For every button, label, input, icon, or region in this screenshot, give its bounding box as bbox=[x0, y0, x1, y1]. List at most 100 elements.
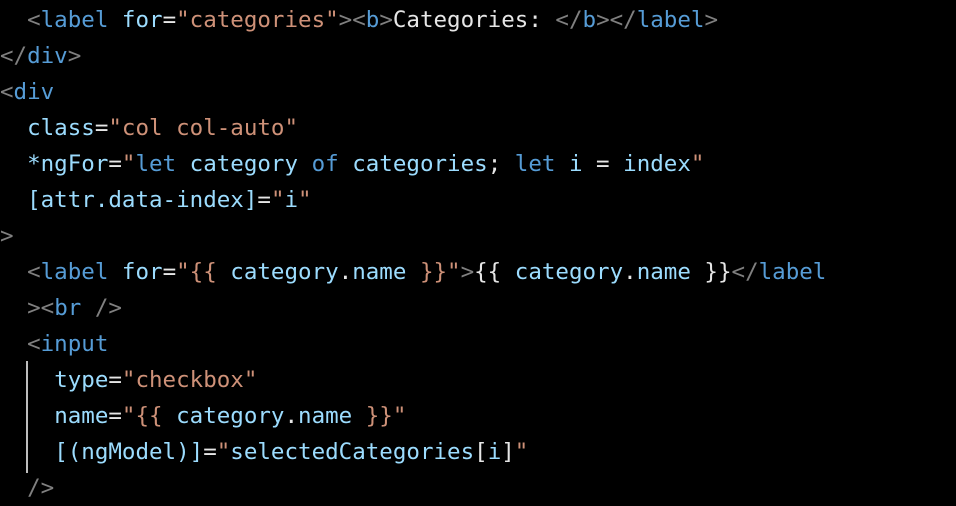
code-editor[interactable]: <label for="categories"><b>Categories: <… bbox=[0, 0, 956, 502]
code-line: <label for="{{ category.name }}">{{ cate… bbox=[0, 254, 826, 290]
code-token: ] bbox=[501, 439, 515, 465]
code-token: i bbox=[487, 439, 502, 465]
code-token: < bbox=[27, 7, 41, 33]
code-token: </ bbox=[731, 259, 759, 285]
code-token: label bbox=[758, 259, 827, 285]
code-line: <label for="categories"><b>Categories: <… bbox=[0, 2, 718, 38]
code-line: ><br /> bbox=[0, 290, 122, 326]
code-token: label bbox=[40, 7, 109, 33]
code-token: type bbox=[54, 367, 109, 393]
code-token: = bbox=[162, 7, 177, 33]
code-token: = bbox=[94, 115, 109, 141]
code-line: > bbox=[0, 218, 14, 254]
indent-guide bbox=[26, 361, 28, 473]
code-token: = bbox=[203, 439, 217, 465]
code-token: [attr.data-index] bbox=[27, 187, 258, 213]
code-token: Categories: bbox=[392, 7, 556, 33]
code-token: [ bbox=[474, 439, 488, 465]
code-token: "{{ bbox=[121, 403, 177, 429]
code-line: </div> bbox=[0, 38, 81, 74]
code-line: [attr.data-index]="i" bbox=[0, 182, 311, 218]
code-token: class bbox=[27, 115, 95, 141]
code-token: > bbox=[0, 223, 14, 249]
code-line: [(ngModel)]="selectedCategories[i]" bbox=[0, 434, 528, 470]
code-token: for bbox=[121, 259, 163, 285]
code-token: let bbox=[135, 151, 177, 177]
code-line: type="checkbox" bbox=[0, 362, 257, 398]
code-token: }} bbox=[690, 259, 732, 285]
code-line: <input bbox=[0, 326, 108, 362]
code-token: category bbox=[176, 403, 285, 429]
code-token: for bbox=[121, 7, 163, 33]
code-token: selectedCategories bbox=[230, 439, 475, 465]
code-token: /> bbox=[27, 475, 55, 501]
code-token: < bbox=[27, 331, 41, 357]
code-token: "{{ bbox=[176, 259, 231, 285]
code-token: = bbox=[108, 367, 122, 393]
code-token: " bbox=[514, 439, 529, 465]
code-token: categories bbox=[352, 151, 488, 177]
code-token: . bbox=[338, 259, 353, 285]
code-token: *ngFor bbox=[27, 151, 109, 177]
code-token: category bbox=[189, 151, 299, 177]
code-token: category bbox=[514, 259, 624, 285]
code-token: >< bbox=[27, 295, 55, 321]
code-token: name bbox=[298, 403, 353, 429]
code-token: b bbox=[582, 7, 597, 33]
code-token: . bbox=[284, 403, 299, 429]
code-token: > bbox=[460, 259, 475, 285]
code-token: of bbox=[311, 151, 339, 177]
code-token: = bbox=[108, 403, 122, 429]
code-token: [(ngModel)] bbox=[54, 439, 204, 465]
code-token: name bbox=[352, 259, 407, 285]
code-token: > bbox=[704, 7, 718, 33]
code-token: > bbox=[67, 43, 82, 69]
code-line: name="{{ category.name }}" bbox=[0, 398, 406, 434]
code-token: "col col-auto" bbox=[108, 115, 299, 141]
code-token: = bbox=[162, 259, 177, 285]
code-token: {{ bbox=[474, 259, 515, 285]
code-token: </ bbox=[0, 43, 28, 69]
code-token: ></ bbox=[596, 7, 637, 33]
code-token: div bbox=[13, 79, 55, 105]
code-token: = bbox=[582, 151, 624, 177]
code-token: = bbox=[108, 151, 122, 177]
code-token: i bbox=[284, 187, 299, 213]
code-token: < bbox=[27, 259, 41, 285]
code-token: "checkbox" bbox=[121, 367, 258, 393]
code-token: "categories" bbox=[176, 7, 339, 33]
code-token: label bbox=[636, 7, 705, 33]
code-token: > bbox=[379, 7, 393, 33]
code-token: }}" bbox=[406, 259, 461, 285]
code-line: *ngFor="let category of categories; let … bbox=[0, 146, 704, 182]
code-token: " bbox=[270, 187, 285, 213]
code-token: name bbox=[636, 259, 691, 285]
code-token: }}" bbox=[352, 403, 407, 429]
code-token: " bbox=[216, 439, 231, 465]
code-token: " bbox=[690, 151, 705, 177]
code-token: input bbox=[40, 331, 109, 357]
code-line: /> bbox=[0, 470, 54, 506]
code-line: <div bbox=[0, 74, 54, 110]
code-token: /> bbox=[81, 295, 122, 321]
code-token: < bbox=[0, 79, 14, 105]
code-token: category bbox=[230, 259, 339, 285]
code-token: index bbox=[623, 151, 691, 177]
code-token: br bbox=[54, 295, 82, 321]
code-token: b bbox=[365, 7, 380, 33]
code-token: label bbox=[40, 259, 109, 285]
code-token: ; bbox=[487, 151, 515, 177]
code-token: let bbox=[514, 151, 556, 177]
